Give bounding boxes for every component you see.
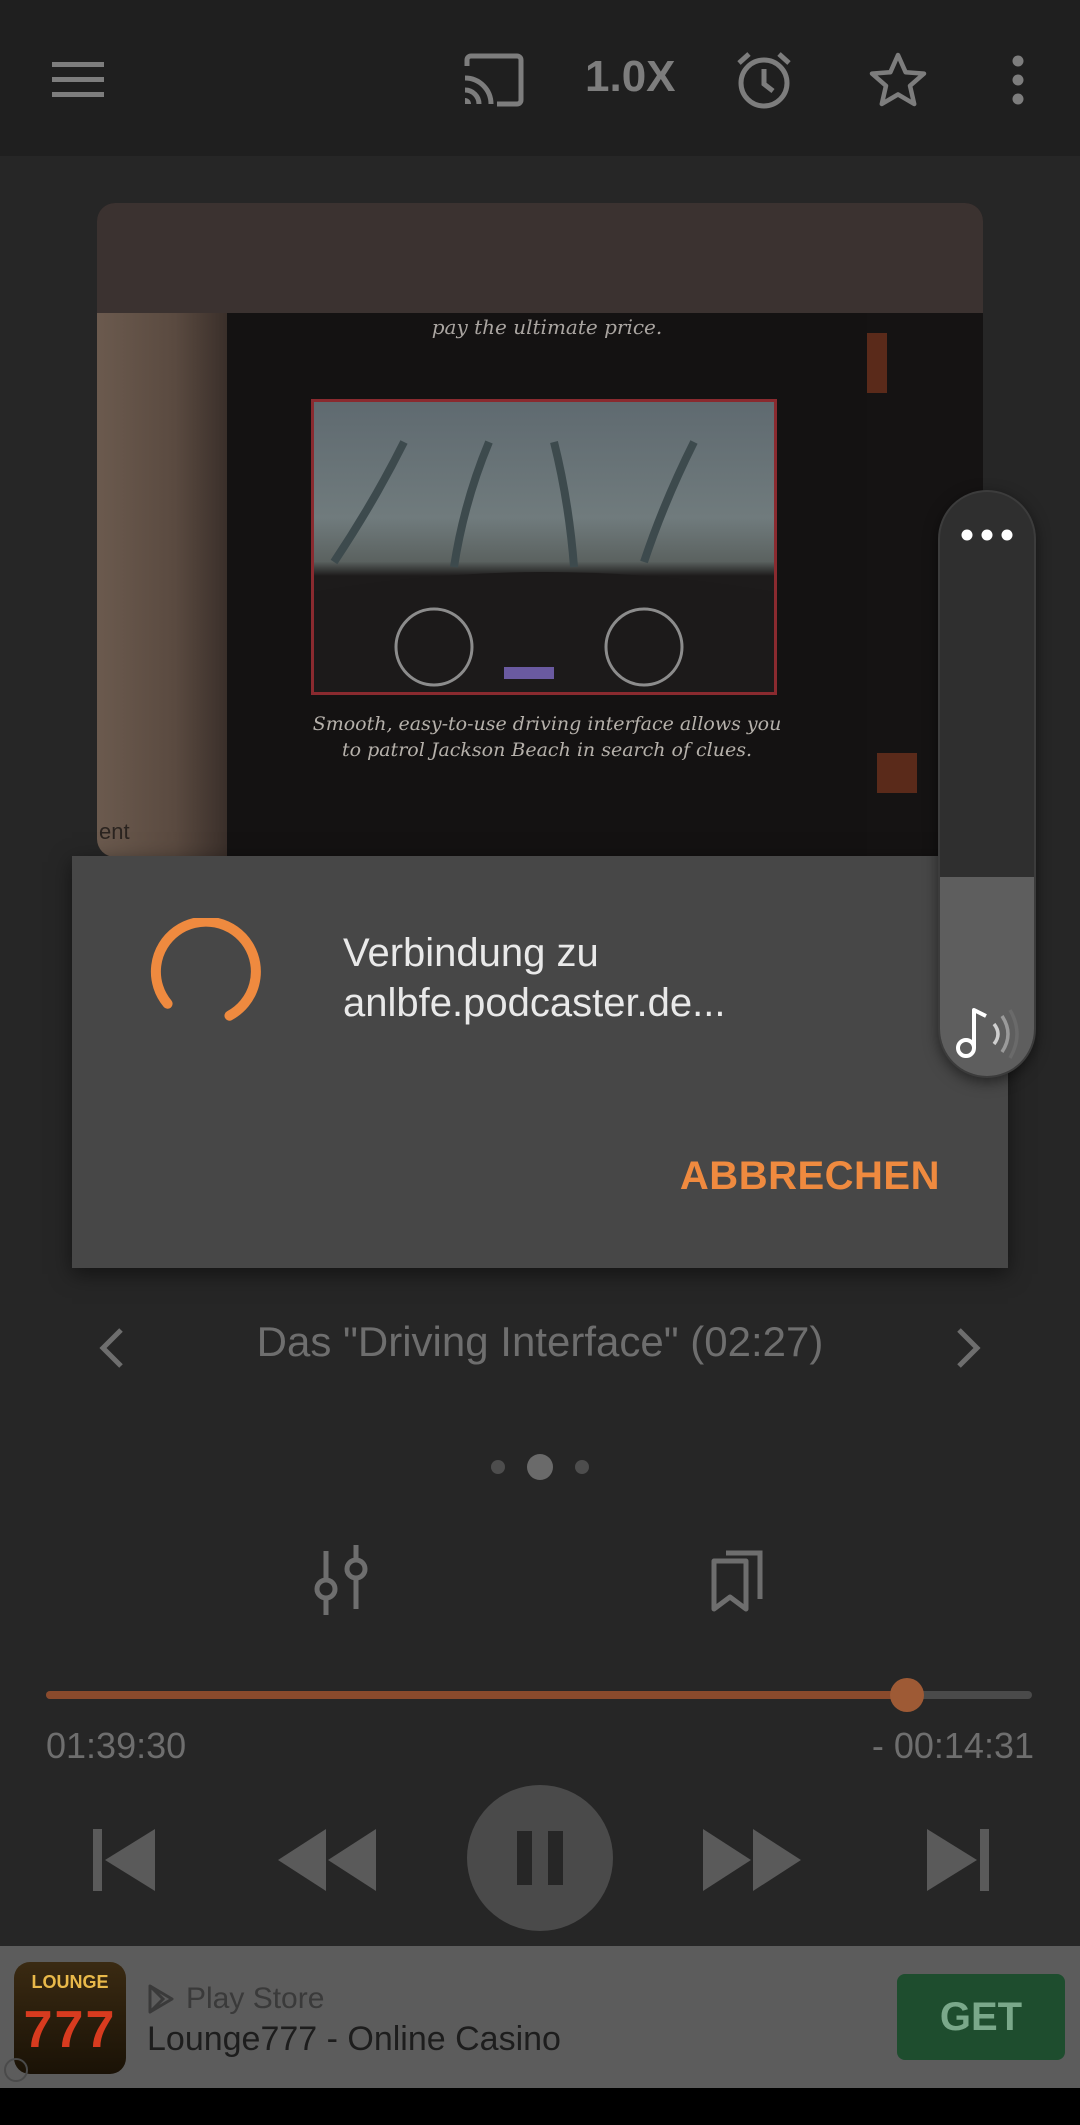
more-vert-icon[interactable] xyxy=(978,40,1058,120)
more-horiz-icon xyxy=(961,529,1013,541)
ad-title[interactable]: Lounge777 - Online Casino xyxy=(147,2020,561,2059)
ad-info-icon[interactable] xyxy=(4,2058,28,2082)
seek-bar[interactable] xyxy=(46,1678,1032,1712)
fast-forward-button[interactable] xyxy=(700,1810,804,1910)
toolbar: 1.0X xyxy=(0,0,1080,156)
pause-button[interactable] xyxy=(467,1785,613,1931)
equalizer-icon xyxy=(314,1545,368,1615)
cover-side-text: ent a ley xyxy=(99,819,130,857)
bookmarks-icon xyxy=(711,1550,763,1612)
cover-caption-bottom: Smooth, easy-to-use driving interface al… xyxy=(267,711,827,763)
cover-caption-top: pay the ultimate price. xyxy=(431,315,663,339)
volume-panel[interactable] xyxy=(938,490,1036,1078)
alarm-icon[interactable] xyxy=(724,40,804,120)
skip-next-button[interactable] xyxy=(918,1810,998,1910)
equalizer-button[interactable] xyxy=(302,1540,382,1620)
dialog-message: Verbindung zu anlbfe.podcaster.de... xyxy=(343,928,726,1028)
cancel-button[interactable]: ABBRECHEN xyxy=(680,1154,940,1199)
skip-previous-button[interactable] xyxy=(84,1810,164,1910)
ad-app-icon-word: LOUNGE xyxy=(31,1972,109,1992)
bookmarks-button[interactable] xyxy=(698,1540,778,1620)
cover-top-band xyxy=(97,203,983,313)
skip-previous-icon xyxy=(93,1829,155,1891)
rewind-button[interactable] xyxy=(275,1810,379,1910)
menu-icon[interactable] xyxy=(38,40,118,120)
rewind-icon xyxy=(278,1829,376,1891)
seek-bar-thumb[interactable] xyxy=(889,1678,924,1712)
skip-next-icon xyxy=(927,1829,989,1891)
page-indicator-dot[interactable] xyxy=(491,1460,505,1474)
ad-banner[interactable]: LOUNGE 777 Play Store Lounge777 - Online… xyxy=(0,1946,1080,2088)
chevron-left-icon xyxy=(99,1328,123,1368)
cover-caption-line2: to patrol Jackson Beach in search of clu… xyxy=(341,739,753,761)
cover-page: pay the ultimate price. Smooth, easy-to-… xyxy=(227,313,867,857)
cover-art: ent a ley pay the ultimate price. Smooth… xyxy=(97,203,983,857)
remaining-time: - 00:14:31 xyxy=(871,1725,1034,1766)
elapsed-time: 01:39:30 xyxy=(46,1725,187,1766)
next-chapter-button[interactable] xyxy=(938,1318,998,1378)
dialog-message-line1: Verbindung zu xyxy=(343,931,599,975)
ad-app-icon[interactable]: LOUNGE 777 xyxy=(14,1962,126,2074)
fast-forward-icon xyxy=(703,1829,801,1891)
ad-app-icon-number: 777 xyxy=(23,2001,117,2059)
volume-more-button[interactable] xyxy=(940,510,1034,560)
page-indicator-dot[interactable] xyxy=(527,1454,553,1480)
system-nav-bar xyxy=(0,2088,1080,2125)
chevron-right-icon xyxy=(957,1328,981,1368)
star-icon[interactable] xyxy=(858,40,938,120)
ad-get-button[interactable]: GET xyxy=(897,1974,1065,2060)
previous-chapter-button[interactable] xyxy=(82,1318,142,1378)
page-indicator-dot[interactable] xyxy=(575,1460,589,1474)
cover-left-photo: ent a ley xyxy=(97,313,227,857)
dialog-message-line2: anlbfe.podcaster.de... xyxy=(343,981,726,1025)
connecting-dialog: Verbindung zu anlbfe.podcaster.de... ABB… xyxy=(72,856,1008,1268)
chapter-title[interactable]: Das "Driving Interface" (02:27) xyxy=(160,1318,920,1366)
music-volume-icon[interactable] xyxy=(952,1002,1022,1062)
loading-spinner-icon xyxy=(150,918,261,1021)
seek-bar-fill xyxy=(46,1691,907,1699)
cover-caption-line1: Smooth, easy-to-use driving interface al… xyxy=(312,713,782,735)
playback-speed-button[interactable]: 1.0X xyxy=(585,52,676,102)
play-store-icon xyxy=(148,1984,174,2014)
cover-screenshot xyxy=(311,399,777,695)
cast-icon[interactable] xyxy=(454,40,534,120)
ad-source: Play Store xyxy=(186,1982,325,2015)
pause-icon xyxy=(517,1831,563,1885)
